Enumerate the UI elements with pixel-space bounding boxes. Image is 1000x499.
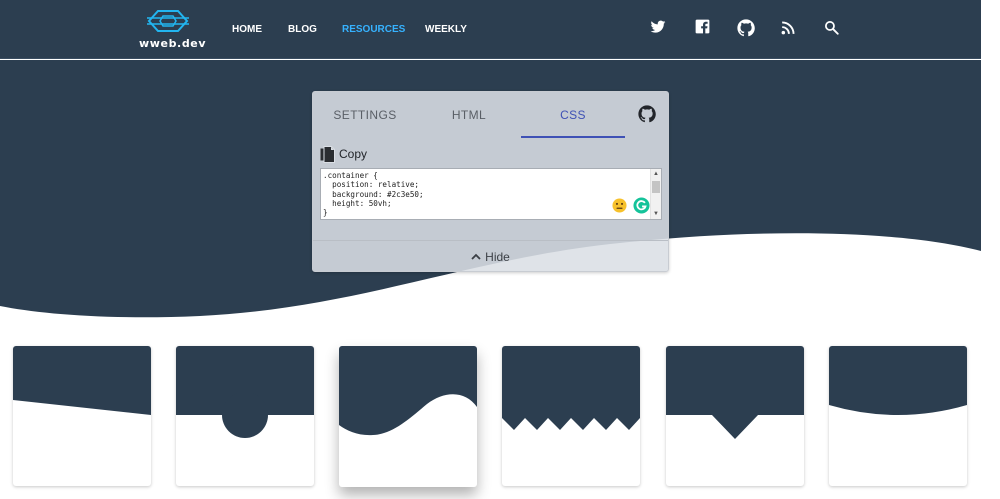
- github-link[interactable]: [737, 19, 755, 37]
- shape-card-arrow[interactable]: [666, 346, 804, 486]
- panel-tabs: SETTINGS HTML CSS: [313, 92, 670, 138]
- arrow-shape-preview: [666, 346, 804, 439]
- code-scrollbar[interactable]: ▲ ▼: [650, 169, 661, 219]
- rss-link[interactable]: [781, 21, 795, 35]
- scroll-down-arrow-icon[interactable]: ▼: [653, 210, 659, 218]
- shape-card-wave[interactable]: [339, 346, 477, 487]
- brand-logo[interactable]: wweb.dev: [137, 8, 206, 50]
- copy-label: Copy: [339, 147, 368, 161]
- tab-html[interactable]: HTML: [417, 92, 521, 138]
- site-header: wweb.dev HOME BLOG RESOURCES WEEKLY: [0, 0, 981, 59]
- zigzag-shape-preview: [502, 346, 640, 430]
- tab-css[interactable]: CSS: [521, 92, 625, 138]
- brand-name: wweb.dev: [139, 37, 207, 50]
- grammarly-widget[interactable]: [633, 197, 650, 219]
- github-icon: [737, 19, 755, 37]
- circle-shape-preview: [176, 346, 314, 438]
- nav-blog[interactable]: BLOG: [288, 24, 317, 35]
- panel-github-link[interactable]: [638, 105, 656, 128]
- copy-icon: [320, 145, 335, 163]
- logo-icon: [147, 10, 189, 32]
- facebook-link[interactable]: [695, 19, 710, 34]
- scroll-thumb[interactable]: [652, 181, 660, 193]
- chevron-up-icon: [471, 253, 481, 260]
- scroll-up-arrow-icon[interactable]: ▲: [653, 170, 659, 178]
- github-icon: [638, 105, 656, 123]
- rss-icon: [781, 21, 795, 35]
- css-code-textarea[interactable]: .container { position: relative; backgro…: [320, 168, 662, 220]
- code-generator-panel: SETTINGS HTML CSS Copy .container { posi…: [312, 91, 669, 272]
- nav-home[interactable]: HOME: [232, 24, 262, 35]
- emoji-widget[interactable]: [612, 198, 627, 218]
- shape-card-zigzag[interactable]: [502, 346, 640, 486]
- facebook-icon: [695, 19, 710, 34]
- nav-weekly[interactable]: WEEKLY: [425, 24, 467, 35]
- active-tab-indicator: [521, 136, 625, 138]
- hide-panel-button[interactable]: Hide: [313, 241, 668, 272]
- nav-resources[interactable]: RESOURCES: [342, 24, 405, 35]
- wave-shape-preview: [339, 346, 477, 436]
- copy-button[interactable]: Copy: [320, 145, 367, 163]
- search-icon: [825, 21, 839, 35]
- twitter-icon: [650, 20, 666, 33]
- grammarly-icon: [633, 197, 650, 214]
- tab-settings[interactable]: SETTINGS: [313, 92, 417, 138]
- curve-shape-preview: [829, 346, 967, 415]
- hide-label: Hide: [485, 249, 510, 264]
- shape-card-slant[interactable]: [13, 346, 151, 486]
- slant-shape-preview: [13, 346, 151, 415]
- search-button[interactable]: [824, 20, 839, 35]
- css-code-text: .container { position: relative; backgro…: [323, 171, 424, 218]
- twitter-link[interactable]: [650, 19, 666, 35]
- neutral-face-emoji-icon: [612, 198, 627, 213]
- shape-card-circle[interactable]: [176, 346, 314, 486]
- shape-card-curve[interactable]: [829, 346, 967, 486]
